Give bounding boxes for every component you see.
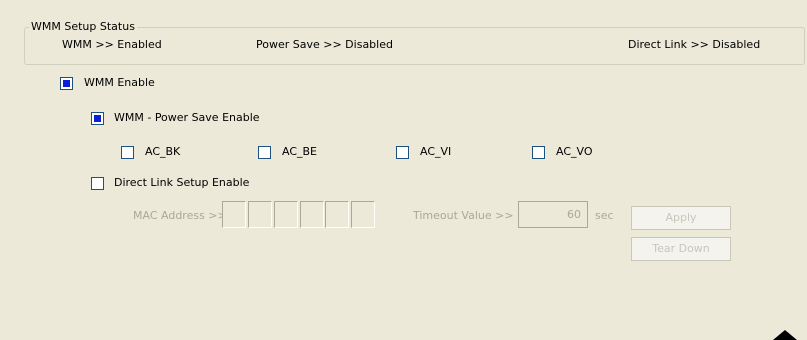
mac-address-field-3[interactable] xyxy=(274,201,298,228)
ac-vi-label: AC_VI xyxy=(420,145,452,158)
ac-be-label: AC_BE xyxy=(282,145,318,158)
direct-link-setup-checkbox[interactable] xyxy=(91,177,104,190)
scroll-up-arrow-icon[interactable] xyxy=(773,330,797,340)
timeout-input[interactable]: 60 xyxy=(518,201,588,228)
timeout-label: Timeout Value >> xyxy=(413,209,514,222)
ac-bk-label: AC_BK xyxy=(145,145,181,158)
ac-vi-checkbox[interactable] xyxy=(396,146,409,159)
ac-bk-checkbox[interactable] xyxy=(121,146,134,159)
wmm-enable-label: WMM Enable xyxy=(84,76,155,89)
power-save-enable-label: WMM - Power Save Enable xyxy=(114,111,260,124)
direct-link-status-value: Direct Link >> Disabled xyxy=(628,38,761,51)
power-save-enable-checkbox[interactable] xyxy=(91,112,104,125)
apply-button[interactable]: Apply xyxy=(631,206,731,230)
tear-down-button[interactable]: Tear Down xyxy=(631,237,731,261)
mac-address-label: MAC Address >> xyxy=(133,209,227,222)
ac-be-checkbox[interactable] xyxy=(258,146,271,159)
power-save-status-value: Power Save >> Disabled xyxy=(256,38,393,51)
mac-address-field-2[interactable] xyxy=(248,201,272,228)
ac-vo-checkbox[interactable] xyxy=(532,146,545,159)
mac-address-field-1[interactable] xyxy=(222,201,246,228)
mac-address-field-5[interactable] xyxy=(325,201,349,228)
timeout-unit-label: sec xyxy=(595,209,614,222)
wmm-status-title: WMM Setup Status xyxy=(29,20,137,34)
mac-address-field-4[interactable] xyxy=(300,201,324,228)
direct-link-setup-label: Direct Link Setup Enable xyxy=(114,176,250,189)
mac-address-field-6[interactable] xyxy=(351,201,375,228)
wmm-status-value: WMM >> Enabled xyxy=(62,38,162,51)
ac-vo-label: AC_VO xyxy=(556,145,593,158)
wmm-enable-checkbox[interactable] xyxy=(60,77,73,90)
